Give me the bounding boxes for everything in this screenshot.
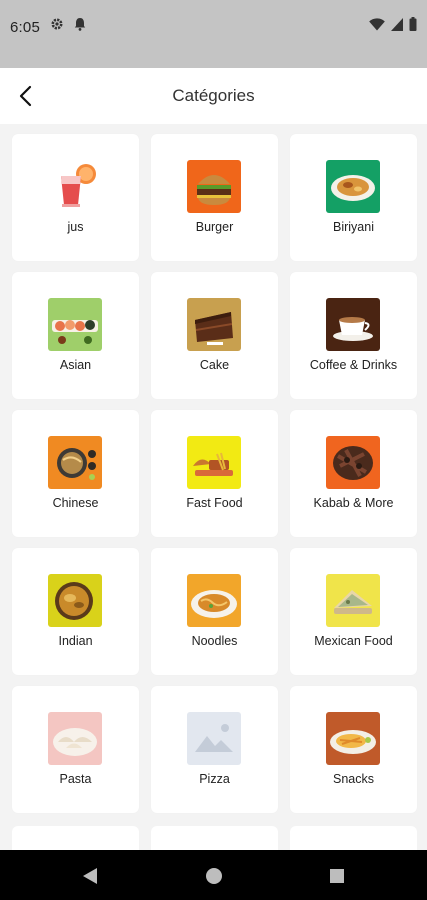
category-card-noodles[interactable]: Noodles [151,548,278,675]
nav-recents-button[interactable] [327,867,347,885]
category-label: Mexican Food [314,634,393,648]
battery-icon [409,17,417,36]
cake-slice-icon [187,298,241,351]
category-label: Snacks [333,772,374,786]
category-card-mexican-food[interactable]: Mexican Food [290,548,417,675]
category-label: Indian [58,634,93,648]
fast-food-icon [187,436,241,489]
category-label: Asian [59,358,92,372]
pasta-dumplings-icon [48,712,102,765]
sushi-icon [48,298,102,351]
kabab-icon [326,436,380,489]
juice-drink-icon [48,160,102,213]
wifi-icon [369,17,385,36]
status-time: 6:05 [10,19,40,36]
category-card-indian[interactable]: Indian [12,548,139,675]
cell-signal-icon [391,17,403,36]
chinese-bowl-icon [48,436,102,489]
nav-back-button[interactable] [80,867,100,885]
category-card-chinese[interactable]: Chinese [12,410,139,537]
noodles-plate-icon [187,574,241,627]
biriyani-plate-icon [326,160,380,213]
category-card-burger[interactable]: Burger [151,134,278,261]
category-label: Coffee & Drinks [309,358,398,372]
notification-bell-icon [74,17,86,36]
category-card-cake[interactable]: Cake [151,272,278,399]
nav-home-circle-icon [206,868,222,884]
burger-icon [187,160,241,213]
app-bar: Catégories [0,68,427,124]
settings-gear-icon [50,17,64,36]
category-label: jus [67,220,84,234]
category-label: Cake [199,358,230,372]
status-bar: 6:05 [0,0,427,68]
category-label: Pizza [199,772,230,786]
category-card-partial[interactable] [12,826,139,850]
category-label: Pasta [59,772,92,786]
category-label: Biriyani [333,220,374,234]
system-navigation-bar [0,850,427,900]
category-card-kabab-more[interactable]: Kabab & More [290,410,417,537]
category-label: Burger [195,220,234,234]
coffee-cup-icon [326,298,380,351]
category-card-partial[interactable] [151,826,278,850]
category-card-jus[interactable]: jus [12,134,139,261]
nav-home-button[interactable] [204,867,224,885]
category-card-asian[interactable]: Asian [12,272,139,399]
mexican-food-icon [326,574,380,627]
category-card-pizza[interactable]: Pizza [151,686,278,813]
indian-curry-icon [48,574,102,627]
category-label: Kabab & More [313,496,394,510]
category-label: Fast Food [186,496,243,510]
category-card-coffee-drinks[interactable]: Coffee & Drinks [290,272,417,399]
category-label: Noodles [191,634,238,648]
nav-back-triangle-icon [83,868,97,884]
category-card-biriyani[interactable]: Biriyani [290,134,417,261]
category-card-pasta[interactable]: Pasta [12,686,139,813]
image-placeholder-icon [187,712,241,765]
category-card-fast-food[interactable]: Fast Food [151,410,278,537]
category-card-snacks[interactable]: Snacks [290,686,417,813]
category-label: Chinese [52,496,99,510]
snacks-plate-icon [326,712,380,765]
page-title: Catégories [172,86,255,105]
category-grid: jus Burger Biriyani Asian Cake Coffee & … [12,134,417,813]
nav-recents-square-icon [330,869,344,883]
category-card-partial[interactable] [290,826,417,850]
